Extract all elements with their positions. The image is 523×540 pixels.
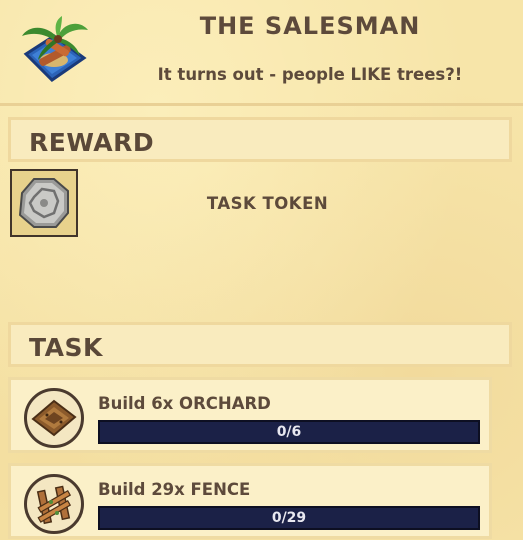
progress-bar: 0/6 (98, 420, 480, 444)
task-section-header: TASK (8, 322, 512, 367)
task-heading: TASK (29, 333, 103, 362)
orchard-icon (24, 388, 84, 448)
quest-title: THE SALESMAN (199, 12, 421, 40)
progress-bar: 0/29 (98, 506, 480, 530)
progress-text: 0/6 (276, 424, 302, 440)
palm-tree-island-icon (14, 14, 92, 92)
task-label: Build 29x FENCE (98, 480, 251, 499)
reward-item-slot[interactable] (10, 169, 78, 237)
quest-header: THE SALESMAN It turns out - people LIKE … (0, 0, 523, 106)
fence-icon (24, 474, 84, 534)
task-label: Build 6x ORCHARD (98, 394, 271, 413)
task-item-fence[interactable]: Build 29x FENCE 0/29 (8, 463, 492, 539)
quest-subtitle: It turns out - people LIKE trees?! (157, 65, 463, 84)
task-item-orchard[interactable]: Build 6x ORCHARD 0/6 (8, 377, 492, 453)
reward-heading: REWARD (29, 128, 155, 157)
reward-item-label: TASK TOKEN (206, 194, 329, 213)
progress-text: 0/29 (271, 510, 307, 526)
reward-section-header: REWARD (8, 117, 512, 162)
